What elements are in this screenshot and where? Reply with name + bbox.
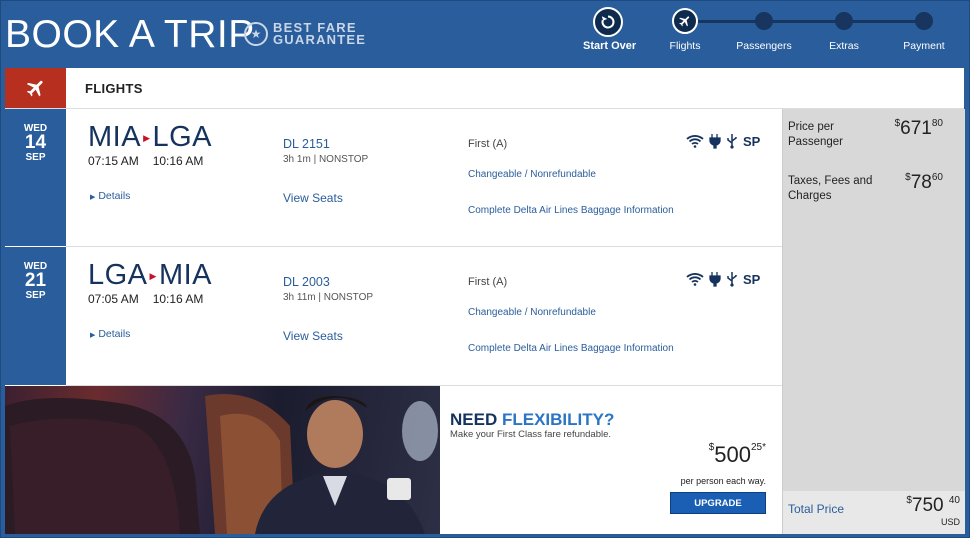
- sp-icon: SP: [743, 271, 761, 287]
- step-dot: [915, 12, 933, 30]
- flight-segment: LGA ▶MIA 07:05 AM 10:16 AM ▶ Details DL 20…: [66, 247, 782, 386]
- price-per-passenger-label: Price per Passenger: [788, 121, 843, 148]
- amenities: SP: [686, 271, 760, 287]
- caret-right-icon: ▶: [90, 194, 96, 201]
- cabin-class: First (A): [468, 138, 508, 150]
- step-label: Extras: [829, 40, 859, 52]
- usb-icon: [727, 134, 737, 149]
- fare-rules-link[interactable]: Changeable / Nonrefundable: [468, 169, 596, 180]
- itinerary-panel: FLIGHTS WED 14 SEP MIA ▶LGA 07:15 AM 10:16…: [5, 68, 965, 534]
- duration: 3h 11m | NONSTOP: [283, 292, 374, 303]
- step-dot: [755, 12, 773, 30]
- taxes-value: $7860: [905, 172, 943, 193]
- flight-number-link[interactable]: DL 2151: [283, 137, 330, 151]
- caret-right-icon: ▶: [90, 332, 96, 339]
- promo-price-note: per person each way.: [680, 476, 766, 486]
- restart-icon: [593, 7, 623, 37]
- view-seats-link[interactable]: View Seats: [283, 329, 343, 343]
- baggage-link[interactable]: Complete Delta Air Lines Baggage Informa…: [468, 343, 674, 354]
- upgrade-button[interactable]: UPGRADE: [670, 492, 766, 514]
- route: LGA ▶MIA: [88, 259, 212, 292]
- price-per-passenger-value: $67180: [894, 118, 943, 139]
- segment-date: WED 14 SEP: [5, 109, 66, 246]
- plane-icon: [5, 68, 66, 108]
- step-flights[interactable]: Flights: [650, 8, 720, 52]
- total-price-bar: Total Price $750 40 USD: [783, 491, 965, 534]
- power-plug-icon: [709, 272, 721, 287]
- times: 07:05 AM 10:16 AM: [88, 292, 217, 306]
- depart-time: 07:15 AM: [88, 154, 139, 168]
- wifi-icon: [686, 135, 704, 148]
- taxes-label: Taxes, Fees and Charges: [788, 175, 873, 202]
- promo-price: $50025*: [708, 442, 766, 467]
- arrow-icon: ▶: [143, 132, 151, 143]
- depart-time: 07:05 AM: [88, 292, 139, 306]
- destination-code: MIA: [158, 259, 213, 291]
- amenities: SP: [686, 133, 760, 149]
- step-payment[interactable]: Payment: [889, 9, 959, 52]
- page-title: BOOK A TRIP: [5, 13, 255, 56]
- flight-segment: MIA ▶LGA 07:15 AM 10:16 AM ▶ Details DL 21…: [66, 109, 782, 247]
- price-summary: Price per Passenger $67180 Taxes, Fees a…: [782, 109, 965, 534]
- star-seal-icon: ★: [244, 22, 268, 46]
- promo-subtitle: Make your First Class fare refundable.: [450, 429, 612, 440]
- destination-code: LGA: [152, 121, 213, 153]
- step-label: Payment: [903, 40, 945, 52]
- baggage-link[interactable]: Complete Delta Air Lines Baggage Informa…: [468, 205, 674, 216]
- step-label: Flights: [669, 40, 701, 52]
- date-month: SEP: [25, 290, 46, 301]
- flights-header: FLIGHTS: [5, 68, 964, 109]
- fare-rules-link[interactable]: Changeable / Nonrefundable: [468, 307, 596, 318]
- start-over-button[interactable]: Start Over: [583, 7, 637, 52]
- step-dot: [835, 12, 853, 30]
- details-link[interactable]: ▶ Details: [90, 328, 130, 340]
- date-number: 21: [24, 270, 47, 291]
- upgrade-promo: NEED FLEXIBILITY? Make your First Class …: [440, 386, 782, 534]
- best-fare-guarantee-badge[interactable]: ★ BEST FARE GUARANTEE: [244, 21, 367, 47]
- progress-steps: Flights Passengers Extras Payment: [656, 8, 959, 59]
- details-link[interactable]: ▶ Details: [90, 190, 130, 202]
- duration: 3h 1m | NONSTOP: [283, 154, 369, 165]
- usb-icon: [727, 272, 737, 287]
- progress-line: [684, 20, 924, 23]
- promo-headline: NEED FLEXIBILITY?: [450, 410, 615, 429]
- currency: USD: [940, 517, 960, 527]
- section-title: FLIGHTS: [85, 81, 143, 96]
- times: 07:15 AM 10:16 AM: [88, 154, 217, 168]
- cabin-class: First (A): [468, 276, 508, 288]
- flight-number-link[interactable]: DL 2003: [283, 275, 330, 289]
- arrow-icon: ▶: [149, 270, 157, 281]
- date-month: SEP: [25, 152, 46, 163]
- plane-icon: [672, 8, 698, 34]
- origin-code: MIA: [88, 121, 142, 153]
- total-price-value: $750 40: [906, 495, 960, 516]
- sp-icon: SP: [743, 133, 761, 149]
- origin-code: LGA: [88, 259, 148, 291]
- badge-line-2: GUARANTEE: [273, 32, 367, 47]
- promo-image: [5, 386, 440, 534]
- route: MIA ▶LGA: [88, 121, 212, 154]
- date-number: 14: [24, 132, 47, 153]
- wifi-icon: [686, 273, 704, 286]
- arrive-time: 10:16 AM: [152, 292, 204, 306]
- view-seats-link[interactable]: View Seats: [283, 191, 343, 205]
- power-plug-icon: [709, 134, 721, 149]
- arrive-time: 10:16 AM: [152, 154, 204, 168]
- total-price-label: Total Price: [788, 502, 845, 516]
- step-label: Passengers: [736, 40, 792, 52]
- booking-page: BOOK A TRIP ★ BEST FARE GUARANTEE Start …: [0, 0, 970, 538]
- step-extras[interactable]: Extras: [809, 9, 879, 52]
- step-passengers[interactable]: Passengers: [729, 9, 799, 52]
- segment-date: WED 21 SEP: [5, 247, 66, 385]
- start-over-label: Start Over: [583, 40, 637, 52]
